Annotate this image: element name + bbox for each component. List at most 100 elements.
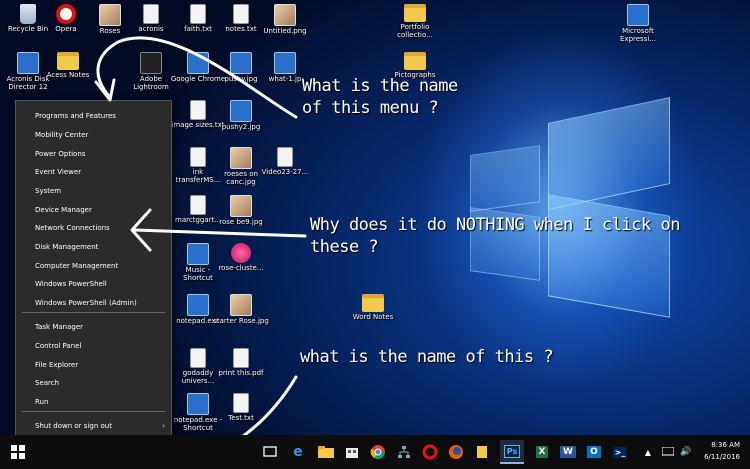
txt-file-icon <box>277 147 293 167</box>
blue-file-icon <box>274 52 296 74</box>
wallpaper-pane <box>548 97 670 210</box>
desktop-icon[interactable]: Microsoft Expressi... <box>610 4 666 43</box>
menu-item-label: Shut down or sign out <box>35 422 112 430</box>
desktop-icon-label: Untitled.png <box>263 27 307 35</box>
menu-item-programs-and-features[interactable]: Programs and Features <box>16 107 171 125</box>
desktop-icon[interactable]: Test.txt <box>213 393 269 422</box>
task-view-icon[interactable] <box>258 440 282 464</box>
blue-file-icon <box>187 294 209 316</box>
opera-icon[interactable] <box>418 440 442 464</box>
menu-item-network-connections[interactable]: Network Connections <box>16 219 171 237</box>
menu-item-power-options[interactable]: Power Options <box>16 145 171 163</box>
menu-item-task-manager[interactable]: Task Manager <box>16 318 171 336</box>
menu-item-label: File Explorer <box>35 361 79 369</box>
blue-file-icon <box>17 52 39 74</box>
menu-item-run[interactable]: Run <box>16 393 171 411</box>
firefox-icon[interactable] <box>444 440 468 464</box>
annotation-line: What is the name <box>302 76 458 96</box>
desktop-icon[interactable]: Acess Notes <box>40 52 96 79</box>
taskbar: e Ps X W O >_ ▲ 🔊 8:36 AM 6/11/2016 <box>0 435 750 469</box>
windows-logo-icon <box>11 445 25 459</box>
desktop-icon-label: print this.pdf <box>218 369 264 377</box>
menu-separator <box>22 411 165 412</box>
annotation-note-3: what is the name of this ? <box>300 346 554 368</box>
annotation-line: what is the name of this ? <box>300 347 554 367</box>
menu-item-device-manager[interactable]: Device Manager <box>16 201 171 219</box>
txt-file-icon <box>190 147 206 167</box>
txt-file-icon <box>233 393 249 413</box>
folder-file-icon <box>362 294 384 312</box>
desktop-icon[interactable]: Portfolio collectio... <box>387 4 443 39</box>
menu-item-mobility-center[interactable]: Mobility Center <box>16 126 171 144</box>
blue-file-icon <box>230 52 252 74</box>
desktop-icon[interactable]: Video23-27... <box>257 147 313 176</box>
store-icon[interactable] <box>340 440 364 464</box>
desktop-icon[interactable]: Word Notes <box>345 294 401 321</box>
volume-icon[interactable]: 🔊 <box>674 440 698 464</box>
desktop-icon[interactable]: Untitled.png <box>257 4 313 35</box>
menu-item-system[interactable]: System <box>16 182 171 200</box>
word-icon[interactable]: W <box>556 440 580 464</box>
desktop-icon[interactable]: print this.pdf <box>213 348 269 377</box>
folder-file-icon <box>404 52 426 70</box>
blue-file-icon <box>187 52 209 74</box>
desktop-icon-label: Video23-27... <box>261 168 309 176</box>
desktop-icon[interactable]: rose be9.jpg <box>213 195 269 226</box>
menu-item-windows-powershell[interactable]: Windows PowerShell <box>16 275 171 293</box>
clock-time[interactable]: 8:36 AM <box>711 441 740 449</box>
menu-item-search[interactable]: Search <box>16 374 171 392</box>
menu-item-label: Event Viewer <box>35 168 82 176</box>
network-icon[interactable] <box>392 440 416 464</box>
menu-item-computer-management[interactable]: Computer Management <box>16 257 171 275</box>
menu-item-label: Power Options <box>35 150 86 158</box>
txt-file-icon <box>190 100 206 120</box>
blue-file-icon <box>230 100 252 122</box>
folder-file-icon <box>404 4 426 22</box>
annotation-line: of this menu ? <box>302 98 439 118</box>
menu-item-label: Control Panel <box>35 342 82 350</box>
powershell-icon[interactable]: >_ <box>608 440 632 464</box>
menu-item-control-panel[interactable]: Control Panel <box>16 337 171 355</box>
img-file-icon <box>99 4 121 26</box>
img-file-icon <box>230 294 252 316</box>
desktop-icon-label: Acess Notes <box>46 71 90 79</box>
menu-item-label: Windows PowerShell <box>35 280 107 288</box>
txt-file-icon <box>143 4 159 24</box>
clock-date[interactable]: 6/11/2016 <box>704 453 740 461</box>
txt-file-icon <box>190 4 206 24</box>
desktop-icon[interactable]: starter Rose.jpg <box>213 294 269 325</box>
bin-file-icon <box>20 4 36 24</box>
desktop-icon-label: pushy2.jpg <box>221 123 261 131</box>
menu-item-label: System <box>35 187 62 195</box>
desktop-icon[interactable]: pushy2.jpg <box>213 100 269 131</box>
menu-item-event-viewer[interactable]: Event Viewer <box>16 163 171 181</box>
menu-item-disk-management[interactable]: Disk Management <box>16 238 171 256</box>
blue-file-icon <box>187 243 209 265</box>
outlook-icon[interactable]: O <box>582 440 606 464</box>
annotation-line: these ? <box>310 237 379 257</box>
menu-item-label: Disk Management <box>35 243 99 251</box>
img-file-icon <box>230 147 252 169</box>
menu-item-windows-powershell-admin[interactable]: Windows PowerShell (Admin) <box>16 294 171 312</box>
files-icon[interactable] <box>470 440 494 464</box>
dark-file-icon <box>140 52 162 74</box>
blue-file-icon <box>187 393 209 415</box>
file-explorer-icon[interactable] <box>314 440 338 464</box>
menu-item-shut-down-or-sign-out[interactable]: Shut down or sign out › <box>16 417 171 435</box>
img-file-icon <box>274 4 296 26</box>
winx-menu[interactable]: Programs and Features Mobility Center Powe… <box>15 100 172 454</box>
edge-icon[interactable]: e <box>286 440 310 464</box>
start-button[interactable] <box>6 440 30 464</box>
desktop-icon-label: Word Notes <box>352 313 394 321</box>
menu-item-label: Search <box>35 379 60 387</box>
chrome-icon[interactable] <box>366 440 390 464</box>
desktop-icon-label: Portfolio collectio... <box>397 23 433 39</box>
red-file-icon <box>56 4 76 24</box>
desktop-icon-label: Test.txt <box>228 414 254 422</box>
photoshop-icon[interactable]: Ps <box>500 440 524 464</box>
menu-separator <box>22 312 165 313</box>
annotation-note-1: What is the name of this menu ? <box>302 75 458 119</box>
desktop-icon[interactable]: rose-cluste... <box>213 243 269 272</box>
excel-icon[interactable]: X <box>530 440 554 464</box>
menu-item-file-explorer[interactable]: File Explorer <box>16 356 171 374</box>
